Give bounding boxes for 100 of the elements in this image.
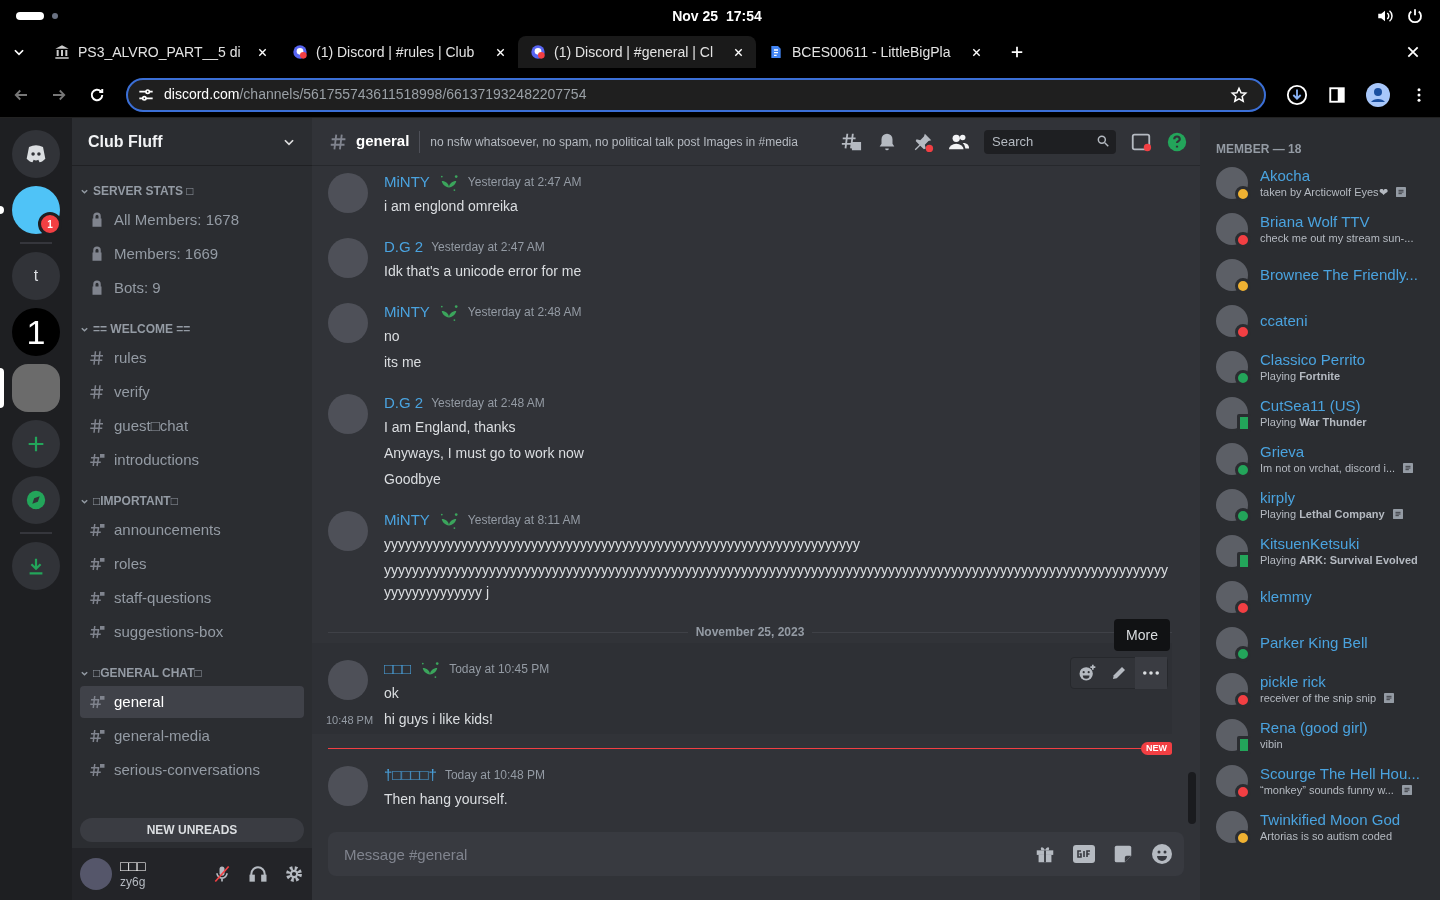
add-server-button[interactable] bbox=[12, 420, 60, 468]
headphones-icon[interactable] bbox=[248, 864, 268, 884]
download-icon[interactable] bbox=[1286, 83, 1308, 106]
settings-icon[interactable] bbox=[284, 864, 304, 884]
more-button[interactable] bbox=[1135, 657, 1167, 689]
category-header[interactable]: □GENERAL CHAT□ bbox=[80, 648, 304, 684]
search-field[interactable]: Search bbox=[984, 129, 1116, 154]
channel-item[interactable]: staff-questions bbox=[80, 582, 304, 614]
explore-button[interactable] bbox=[12, 476, 60, 524]
channel-item[interactable]: Members: 1669 bbox=[80, 238, 304, 270]
author-name[interactable]: MiNTY bbox=[384, 300, 430, 324]
member-name[interactable]: Twinkified Moon God bbox=[1260, 810, 1428, 830]
member-avatar[interactable] bbox=[1216, 673, 1248, 705]
member-avatar[interactable] bbox=[1216, 719, 1248, 751]
member-name[interactable]: klemmy bbox=[1260, 587, 1428, 607]
sticker-icon[interactable] bbox=[1112, 843, 1134, 865]
channel-item[interactable]: guest□chat bbox=[80, 410, 304, 442]
category-header[interactable]: SERVER STATS □ bbox=[80, 180, 304, 202]
member-avatar[interactable] bbox=[1216, 443, 1248, 475]
author-name[interactable]: †□□□□† bbox=[384, 763, 437, 787]
member-name[interactable]: kirply bbox=[1260, 488, 1428, 508]
channel-item[interactable]: verify bbox=[80, 376, 304, 408]
unread-badge: 1 bbox=[38, 212, 62, 236]
channel-item[interactable]: general-media bbox=[80, 720, 304, 752]
member-name[interactable]: Grieva bbox=[1260, 442, 1428, 462]
address-bar[interactable]: discord.com/channels/561755743611518998/661371932482207754 bbox=[126, 77, 1266, 112]
star-icon[interactable] bbox=[1230, 85, 1248, 104]
author-name[interactable]: D.G 2 bbox=[384, 391, 424, 415]
tab-close-icon[interactable] bbox=[733, 46, 744, 58]
tab-close-icon[interactable] bbox=[257, 46, 268, 58]
member-name[interactable]: pickle rick bbox=[1260, 672, 1428, 692]
message-text: yyyyyyyyyyyyyyyyyyyyyyyyyyyyyyyyyyyyyyyyyyyyyyyyyyyyyyyyyyyyyyyyyyyy bbox=[384, 535, 861, 554]
member-name[interactable]: Parker King Bell bbox=[1260, 633, 1428, 653]
member-avatar[interactable] bbox=[1216, 581, 1248, 613]
download-apps-button[interactable] bbox=[12, 542, 60, 590]
member-name[interactable]: KitsuenKetsuki bbox=[1260, 534, 1428, 554]
member-list-heading: MEMBER — 18 bbox=[1216, 141, 1303, 158]
member-name[interactable]: Rena (good girl) bbox=[1260, 718, 1428, 738]
close-icon[interactable] bbox=[1406, 45, 1420, 59]
message-timestamp: Today at 10:48 PM bbox=[444, 767, 545, 784]
channel-item[interactable]: Bots: 9 bbox=[80, 272, 304, 304]
browser-tab[interactable]: (1) Discord | #general | Cl bbox=[518, 36, 756, 68]
new-unreads-button[interactable]: NEW UNREADS bbox=[80, 818, 304, 842]
document-icon bbox=[768, 44, 784, 60]
app-icon bbox=[530, 44, 546, 60]
author-name[interactable]: MiNTY bbox=[384, 508, 430, 532]
help-icon[interactable] bbox=[1166, 130, 1188, 153]
member-avatar[interactable] bbox=[1216, 627, 1248, 659]
member-avatar[interactable] bbox=[1216, 489, 1248, 521]
workspace-indicator[interactable] bbox=[16, 12, 44, 20]
server-icon[interactable]: t bbox=[12, 252, 60, 300]
category-header[interactable]: □IMPORTANT□ bbox=[80, 476, 304, 512]
member-avatar[interactable] bbox=[1216, 305, 1248, 337]
category-header[interactable]: == WELCOME == bbox=[80, 304, 304, 340]
new-tab-icon[interactable] bbox=[1010, 45, 1024, 59]
channel-item[interactable]: suggestions-box bbox=[80, 616, 304, 648]
member-avatar[interactable] bbox=[1216, 765, 1248, 797]
member-name[interactable]: Briana Wolf TTV bbox=[1260, 212, 1428, 232]
channel-item[interactable]: roles bbox=[80, 548, 304, 580]
author-name[interactable]: D.G 2 bbox=[384, 235, 424, 259]
channel-item[interactable]: general bbox=[80, 686, 304, 718]
member-avatar[interactable] bbox=[1216, 811, 1248, 843]
member-activity: check me out my stream sun-... bbox=[1260, 231, 1414, 246]
member-name[interactable]: Classico Perrito bbox=[1260, 350, 1428, 370]
member-name[interactable]: Scourge The Hell Hou... bbox=[1260, 764, 1428, 784]
muted-microphone-icon[interactable] bbox=[212, 864, 232, 884]
member-name[interactable]: Brownee The Friendly... bbox=[1260, 265, 1428, 285]
locked-hash-icon bbox=[88, 451, 106, 469]
channel-item[interactable]: introductions bbox=[80, 444, 304, 476]
member-avatar[interactable] bbox=[1216, 259, 1248, 291]
member-name[interactable]: Akocha bbox=[1260, 166, 1428, 186]
tab-close-icon[interactable] bbox=[971, 46, 982, 58]
channel-item[interactable]: serious-conversations bbox=[80, 754, 304, 786]
member-name[interactable]: ccateni bbox=[1260, 311, 1428, 331]
member-activity: vibin bbox=[1260, 737, 1283, 752]
side-panel-icon[interactable] bbox=[1328, 85, 1346, 104]
author-name[interactable]: □□□ bbox=[384, 657, 412, 681]
profile-icon[interactable] bbox=[1366, 82, 1390, 107]
channel-topic[interactable]: no nsfw whatsoever, no spam, no political talk post Images in #media bbox=[430, 132, 798, 151]
server-icon[interactable]: 1 bbox=[12, 308, 60, 356]
home-button[interactable] bbox=[12, 130, 60, 178]
tab-close-icon[interactable] bbox=[495, 46, 506, 58]
channel-item[interactable]: All Members: 1678 bbox=[80, 204, 304, 236]
scrollbar-thumb[interactable] bbox=[1188, 772, 1196, 824]
member-avatar[interactable] bbox=[1216, 167, 1248, 199]
member-avatar[interactable] bbox=[1216, 213, 1248, 245]
message-input[interactable]: Message #general bbox=[328, 832, 1184, 876]
power-icon[interactable] bbox=[1406, 7, 1424, 25]
emoji-icon[interactable] bbox=[1150, 842, 1174, 866]
gif-icon[interactable] bbox=[1072, 843, 1096, 865]
author-name[interactable]: MiNTY bbox=[384, 170, 430, 194]
member-name[interactable]: CutSea11 (US) bbox=[1260, 396, 1428, 416]
channel-item[interactable]: rules bbox=[80, 342, 304, 374]
workspace-indicator[interactable] bbox=[52, 13, 58, 19]
member-avatar[interactable] bbox=[1216, 535, 1248, 567]
search-icon bbox=[1096, 134, 1110, 149]
channel-item[interactable]: announcements bbox=[80, 514, 304, 546]
member-avatar[interactable] bbox=[1216, 397, 1248, 429]
member-activity: Im not on vrchat, discord i... bbox=[1260, 461, 1396, 476]
member-avatar[interactable] bbox=[1216, 351, 1248, 383]
